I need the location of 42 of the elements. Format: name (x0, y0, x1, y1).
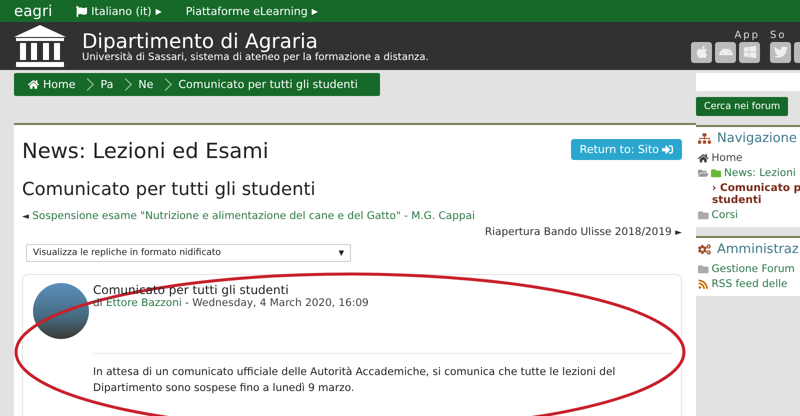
block-title: Navigazione (717, 131, 797, 146)
home-icon (698, 152, 708, 164)
site-subtitle: Università di Sassari, sistema di ateneo per la formazione a distanza. (82, 52, 430, 62)
android-icon[interactable] (715, 42, 736, 62)
rss-icon (698, 278, 708, 290)
folder-icon (698, 210, 708, 220)
breadcrumb-link[interactable]: Pa (92, 78, 122, 91)
folder-icon (698, 168, 708, 178)
site-title: Dipartimento di Agraria (82, 30, 318, 52)
site-brand[interactable]: eagri (14, 2, 52, 20)
gears-icon (698, 243, 711, 256)
breadcrumb-link[interactable]: Ne (130, 78, 162, 91)
folder-icon (698, 264, 708, 274)
nav-item[interactable]: RSS feed delle (698, 278, 800, 290)
search-field[interactable] (696, 73, 800, 91)
nav-item[interactable]: Gestione Forum (698, 263, 800, 275)
breadcrumb-link[interactable]: Home (20, 78, 84, 91)
app-label: App (734, 30, 760, 40)
post-body: In attesa di un comunicato ufficiale delle Autorità Accademiche, si comunica che tutte le lezioni del Dipartimento sono sospese fino a lunedì 9 marzo. (93, 365, 616, 396)
windows-icon[interactable] (739, 42, 760, 62)
temple-icon (14, 25, 66, 67)
forum-heading: News: Lezioni ed Esami (22, 139, 269, 163)
social-label: So (770, 30, 786, 40)
forum-icon (710, 168, 721, 178)
previous-link[interactable]: ◄ Sospensione esame "Nutrizione e alimentazione del cane e del Gatto" - M.G. Cappai (22, 210, 682, 222)
next-link[interactable]: Riapertura Bando Ulisse 2018/2019 ► (22, 226, 682, 238)
sign-in-icon (662, 144, 673, 154)
apple-icon[interactable] (691, 42, 712, 62)
home-icon (28, 79, 39, 90)
discussion-title: Comunicato per tutti gli studenti (22, 179, 317, 200)
twitter-icon[interactable] (770, 42, 791, 62)
platforms-menu[interactable]: Piattaforme eLearning ▶ (186, 4, 318, 18)
nav-item[interactable]: News: Lezioni (698, 167, 800, 179)
sitemap-icon (698, 132, 711, 145)
block-title: Amministraz (717, 242, 799, 257)
language-menu[interactable]: Italiano (it) ▶ (76, 4, 162, 18)
flag-icon (76, 6, 88, 16)
breadcrumb-link[interactable]: Comunicato per tutti gli studenti (170, 78, 366, 91)
author-link[interactable]: Ettore Bazzoni (106, 297, 182, 309)
nav-item[interactable]: Corsi (698, 209, 800, 221)
nav-item[interactable]: Home (698, 152, 800, 164)
search-button[interactable]: Cerca nei forum (696, 97, 788, 116)
